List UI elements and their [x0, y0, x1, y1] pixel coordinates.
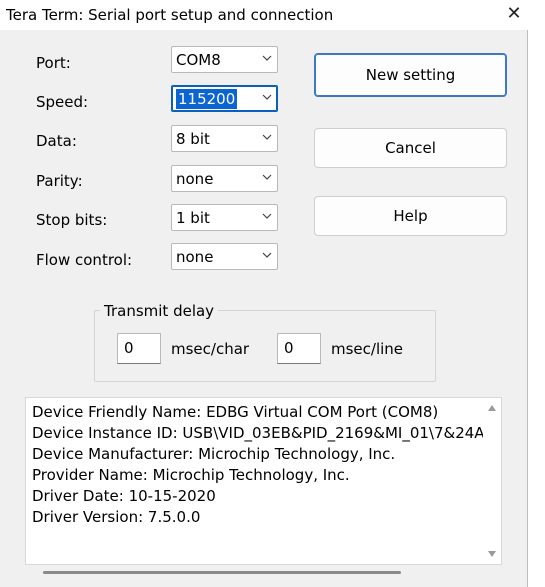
stop-bits-label: Stop bits:: [36, 211, 108, 229]
horizontal-scroll-thumb[interactable]: [43, 571, 401, 574]
device-friendly-name: Device Friendly Name: EDBG Virtual COM P…: [32, 403, 439, 421]
chevron-down-icon: [262, 134, 272, 140]
speed-select[interactable]: 115200: [171, 85, 278, 112]
window-title: Tera Term: Serial port setup and connect…: [6, 6, 334, 24]
driver-version: Driver Version: 7.5.0.0: [32, 508, 201, 526]
data-value: 8 bit: [176, 130, 210, 148]
flow-control-label: Flow control:: [36, 251, 133, 269]
driver-date: Driver Date: 10-15-2020: [32, 487, 216, 505]
chevron-down-icon: [262, 55, 272, 61]
msec-per-line-unit: msec/line: [331, 340, 404, 358]
device-info-box[interactable]: Device Friendly Name: EDBG Virtual COM P…: [25, 397, 502, 565]
scroll-up-icon[interactable]: [487, 404, 497, 412]
close-icon[interactable]: ✕: [504, 3, 524, 25]
chevron-down-icon: [262, 252, 272, 258]
cancel-button[interactable]: Cancel: [314, 128, 507, 168]
port-select[interactable]: COM8: [171, 46, 278, 73]
msec-per-char-input[interactable]: 0: [117, 333, 161, 364]
stop-bits-select[interactable]: 1 bit: [171, 204, 278, 231]
transmit-delay-title: Transmit delay: [100, 302, 219, 320]
msec-per-line-input[interactable]: 0: [277, 333, 321, 364]
new-setting-button[interactable]: New setting: [314, 53, 507, 97]
flow-control-select[interactable]: none: [171, 243, 278, 270]
serial-setup-dialog: Tera Term: Serial port setup and connect…: [0, 0, 528, 587]
horizontal-scrollbar[interactable]: [25, 565, 502, 581]
device-instance-id: Device Instance ID: USB\VID_03EB&PID_216…: [32, 424, 502, 442]
vertical-scrollbar[interactable]: [483, 398, 501, 564]
speed-label: Speed:: [36, 93, 89, 111]
help-button[interactable]: Help: [314, 196, 507, 236]
msec-per-char-unit: msec/char: [171, 340, 250, 358]
chevron-down-icon: [262, 94, 272, 100]
parity-value: none: [176, 170, 214, 188]
flow-control-value: none: [176, 248, 214, 266]
data-label: Data:: [36, 132, 77, 150]
parity-label: Parity:: [36, 172, 83, 190]
speed-value: 115200: [176, 89, 238, 109]
port-value: COM8: [176, 51, 221, 69]
provider-name: Provider Name: Microchip Technology, Inc…: [32, 466, 350, 484]
scroll-down-icon[interactable]: [487, 550, 497, 558]
data-select[interactable]: 8 bit: [171, 125, 278, 152]
device-manufacturer: Device Manufacturer: Microchip Technolog…: [32, 445, 396, 463]
parity-select[interactable]: none: [171, 165, 278, 192]
stop-bits-value: 1 bit: [176, 209, 210, 227]
port-label: Port:: [36, 54, 71, 72]
title-bar: Tera Term: Serial port setup and connect…: [0, 0, 528, 30]
chevron-down-icon: [262, 213, 272, 219]
chevron-down-icon: [262, 174, 272, 180]
